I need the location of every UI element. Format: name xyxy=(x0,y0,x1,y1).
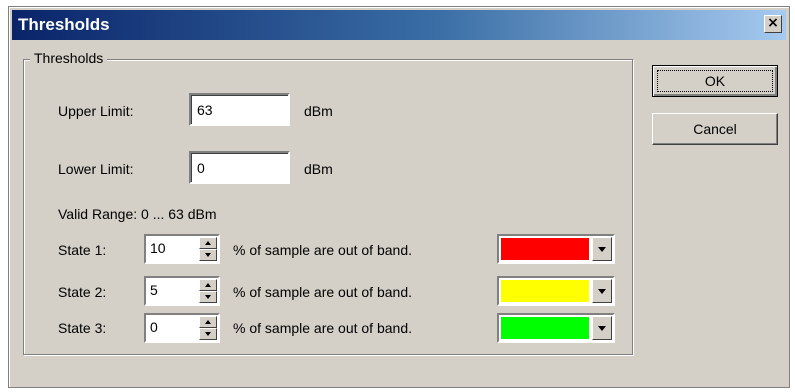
state-3-value: 0 xyxy=(150,319,158,335)
state-2-label: State 2: xyxy=(58,284,107,300)
upper-limit-input[interactable]: 63 xyxy=(189,93,290,126)
state-3-up-icon[interactable] xyxy=(199,316,217,328)
state-2-up-icon[interactable] xyxy=(199,279,217,291)
state-3-spinner[interactable]: 0 xyxy=(144,313,220,343)
cancel-button-label: Cancel xyxy=(693,121,737,137)
state-3-down-icon[interactable] xyxy=(199,328,217,340)
state-2-color-swatch xyxy=(501,280,589,302)
focus-ring xyxy=(657,70,773,92)
state-1-value: 10 xyxy=(150,240,166,256)
state-2-value: 5 xyxy=(150,282,158,298)
close-icon[interactable]: × xyxy=(764,15,782,33)
lower-limit-input[interactable]: 0 xyxy=(189,151,290,184)
state-1-up-icon[interactable] xyxy=(199,237,217,249)
state-2-down-icon[interactable] xyxy=(199,291,217,303)
state-1-color-select[interactable] xyxy=(497,234,615,264)
state-1-label: State 1: xyxy=(58,242,107,258)
dialog-title: Thresholds xyxy=(18,15,110,34)
state-1-text: % of sample are out of band. xyxy=(233,242,412,258)
state-2-color-select[interactable] xyxy=(497,276,615,306)
ok-button[interactable]: OK xyxy=(652,65,778,97)
title-bar[interactable]: Thresholds × xyxy=(12,10,786,40)
upper-limit-unit: dBm xyxy=(304,103,333,119)
state-3-color-swatch xyxy=(501,317,589,339)
state-1-spinner[interactable]: 10 xyxy=(144,234,220,264)
state-3-text: % of sample are out of band. xyxy=(233,320,412,336)
chevron-down-icon[interactable] xyxy=(592,279,612,303)
state-2-spinner[interactable]: 5 xyxy=(144,276,220,306)
lower-limit-label: Lower Limit: xyxy=(58,161,134,177)
chevron-down-icon[interactable] xyxy=(592,237,612,261)
upper-limit-label: Upper Limit: xyxy=(58,103,134,119)
lower-limit-unit: dBm xyxy=(304,161,333,177)
state-3-color-select[interactable] xyxy=(497,313,615,343)
state-1-color-swatch xyxy=(501,238,589,260)
state-1-down-icon[interactable] xyxy=(199,249,217,261)
group-title: Thresholds xyxy=(30,50,108,66)
valid-range-text: Valid Range: 0 ... 63 dBm xyxy=(58,206,217,222)
state-3-label: State 3: xyxy=(58,320,107,336)
state-2-text: % of sample are out of band. xyxy=(233,284,412,300)
cancel-button[interactable]: Cancel xyxy=(652,113,778,145)
chevron-down-icon[interactable] xyxy=(592,316,612,340)
